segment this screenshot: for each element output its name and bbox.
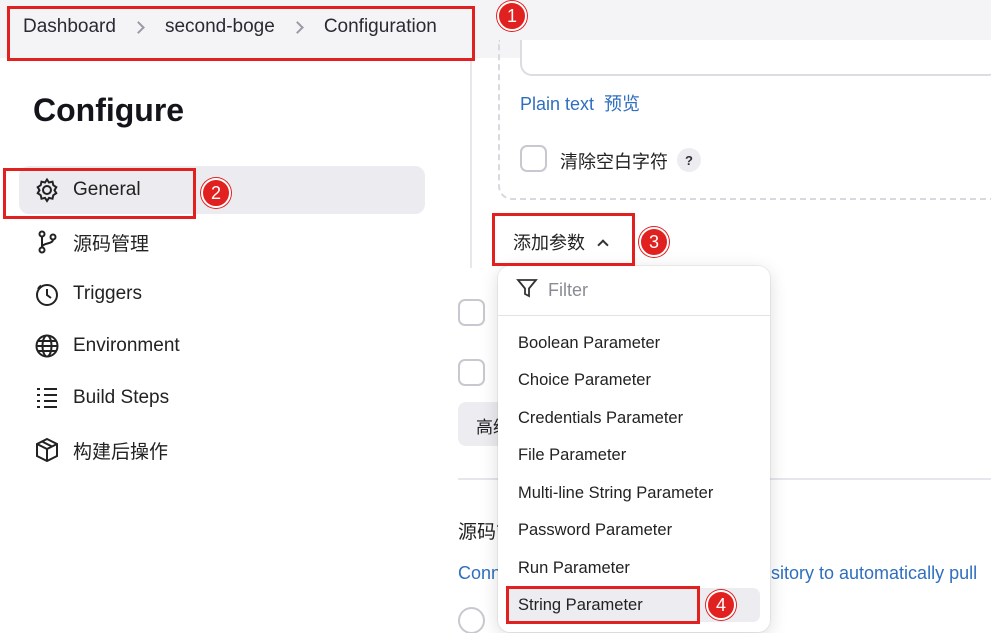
filter-icon [516,277,538,304]
menu-item-password-parameter[interactable]: Password Parameter [506,513,760,547]
annotation-box-3 [492,213,635,266]
timer-icon [33,280,61,308]
sidebar-divider [470,58,472,268]
sidebar-item-build-steps[interactable]: Build Steps [19,374,425,422]
menu-item-credentials-parameter[interactable]: Credentials Parameter [506,401,760,435]
annotation-marker-1: 1 [497,1,527,31]
option-checkbox[interactable] [458,299,485,326]
plain-text-label: Plain text [520,94,595,114]
sidebar-item-label: Build Steps [73,387,170,408]
filter-row [498,266,770,316]
sidebar-item-scm[interactable]: 源码管理 [19,218,425,266]
scm-description-tail: sitory to automatically pull [771,563,978,583]
annotation-marker-3: 3 [639,227,669,257]
menu-item-multiline-string-parameter[interactable]: Multi-line String Parameter [506,476,760,510]
default-value-textarea[interactable] [520,40,991,76]
menu-item-choice-parameter[interactable]: Choice Parameter [506,363,760,397]
sidebar-item-environment[interactable]: Environment [19,322,425,370]
menu-item-file-parameter[interactable]: File Parameter [506,438,760,472]
sidebar-item-label: Environment [73,335,180,356]
package-icon [33,436,61,464]
syntax-row: Plain text 预览 [520,90,650,116]
sidebar-item-label: 构建后操作 [73,441,169,463]
menu-item-boolean-parameter[interactable]: Boolean Parameter [506,326,760,360]
page-title: Configure [33,92,185,128]
help-icon[interactable]: ? [677,148,701,172]
annotation-box-2 [3,168,196,219]
trim-label: 清除空白字符 [560,152,668,172]
globe-icon [33,332,61,360]
sidebar-item-post-build[interactable]: 构建后操作 [19,426,425,474]
sidebar-item-triggers[interactable]: Triggers [19,270,425,318]
menu-item-run-parameter[interactable]: Run Parameter [506,551,760,585]
section-heading: 源码管理 [458,522,498,543]
add-parameter-dropdown: Boolean Parameter Choice Parameter Crede… [498,266,770,632]
annotation-marker-4: 4 [706,590,736,620]
annotation-box-4 [506,586,700,624]
scm-description: Conn [458,563,498,583]
trim-checkbox[interactable] [520,145,547,172]
preview-link[interactable]: 预览 [604,94,640,114]
annotation-box-1 [7,6,475,61]
branch-icon [33,228,61,256]
annotation-marker-2: 2 [201,178,231,208]
list-icon [33,384,61,412]
option-checkbox[interactable] [458,359,485,386]
sidebar-item-label: Triggers [73,283,142,304]
scm-radio[interactable] [458,607,485,633]
filter-input[interactable] [548,280,748,301]
sidebar-item-label: 源码管理 [73,233,150,255]
